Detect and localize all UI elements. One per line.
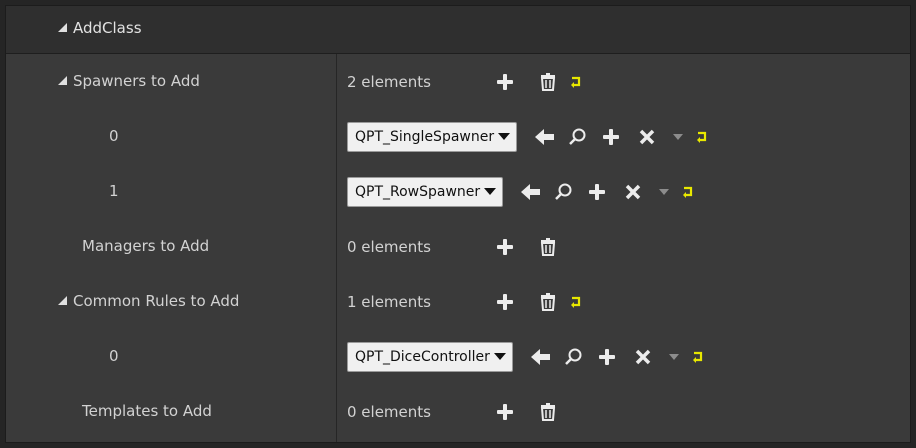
add-element-icon[interactable] (497, 73, 513, 90)
trash-icon[interactable] (539, 402, 557, 421)
caret-down-icon (498, 133, 511, 140)
dropdown-value: QPT_SingleSpawner (355, 128, 495, 145)
insert-element-icon[interactable] (598, 348, 615, 365)
dropdown-value: QPT_RowSpawner (355, 183, 481, 200)
array-element-row: 0 QPT_SingleSpawner (6, 109, 910, 164)
category-title: AddClass (73, 19, 142, 37)
reset-to-default-icon[interactable] (681, 185, 695, 199)
element-count: 0 elements (347, 402, 431, 421)
browse-search-icon[interactable] (564, 348, 583, 366)
property-row-common-rules: Common Rules to Add 1 elements (6, 274, 910, 329)
browse-search-icon[interactable] (569, 128, 587, 146)
add-element-icon[interactable] (497, 293, 513, 310)
reset-to-default-icon[interactable] (569, 75, 583, 89)
element-options-icon[interactable] (673, 133, 684, 140)
browse-search-icon[interactable] (555, 183, 573, 201)
property-label: Spawners to Add (73, 72, 200, 90)
property-row-spawners: Spawners to Add 2 elements (6, 54, 910, 109)
element-count: 1 elements (347, 292, 431, 311)
use-selected-arrow-icon[interactable] (530, 348, 551, 365)
property-value: QPT_RowSpawner (347, 164, 695, 219)
property-value: QPT_DiceController (347, 329, 705, 384)
class-dropdown[interactable]: QPT_SingleSpawner (347, 121, 518, 152)
trash-icon[interactable] (539, 72, 557, 91)
category-header-addclass[interactable]: AddClass (6, 6, 910, 54)
property-value: QPT_SingleSpawner (347, 109, 709, 164)
array-index: 0 (109, 347, 119, 365)
delete-element-icon[interactable] (625, 184, 641, 200)
array-index: 1 (109, 182, 119, 200)
add-element-icon[interactable] (497, 238, 513, 255)
array-element-row: 0 QPT_DiceController (6, 329, 910, 384)
reset-to-default-icon[interactable] (569, 295, 583, 309)
property-label: Managers to Add (82, 237, 210, 255)
triangle-down-icon[interactable] (58, 296, 67, 305)
details-panel: AddClass Spawners to Add 2 elements 0 QP… (5, 5, 911, 443)
use-selected-arrow-icon[interactable] (521, 183, 541, 200)
array-index: 0 (109, 127, 119, 145)
property-value: 2 elements (347, 54, 583, 109)
property-name: Common Rules to Add (58, 274, 239, 329)
triangle-down-icon[interactable] (58, 23, 67, 32)
add-element-icon[interactable] (497, 403, 513, 420)
insert-element-icon[interactable] (603, 128, 620, 145)
property-value: 0 elements (347, 384, 557, 439)
property-row-templates: Templates to Add 0 elements (6, 384, 910, 439)
element-options-icon[interactable] (668, 353, 679, 360)
reset-to-default-icon[interactable] (695, 130, 709, 144)
property-row-managers: Managers to Add 0 elements (6, 219, 910, 274)
caret-down-icon (493, 353, 506, 360)
class-dropdown[interactable]: QPT_DiceController (347, 341, 513, 372)
dropdown-value: QPT_DiceController (355, 348, 490, 365)
trash-icon[interactable] (539, 237, 557, 256)
property-label: Common Rules to Add (73, 292, 240, 310)
delete-element-icon[interactable] (635, 349, 651, 365)
element-count: 0 elements (347, 237, 431, 256)
insert-element-icon[interactable] (589, 183, 606, 200)
triangle-down-icon[interactable] (58, 76, 67, 85)
delete-element-icon[interactable] (639, 129, 655, 145)
property-value: 1 elements (347, 274, 583, 329)
class-dropdown[interactable]: QPT_RowSpawner (347, 176, 504, 207)
reset-to-default-icon[interactable] (691, 350, 705, 364)
property-label: Templates to Add (82, 402, 212, 420)
property-name: Spawners to Add (58, 54, 200, 109)
category-label: AddClass (58, 19, 142, 37)
property-value: 0 elements (347, 219, 557, 274)
array-element-row: 1 QPT_RowSpawner (6, 164, 910, 219)
element-options-icon[interactable] (659, 188, 670, 195)
use-selected-arrow-icon[interactable] (535, 128, 555, 145)
caret-down-icon (484, 188, 497, 195)
trash-icon[interactable] (539, 292, 557, 311)
element-count: 2 elements (347, 72, 431, 91)
